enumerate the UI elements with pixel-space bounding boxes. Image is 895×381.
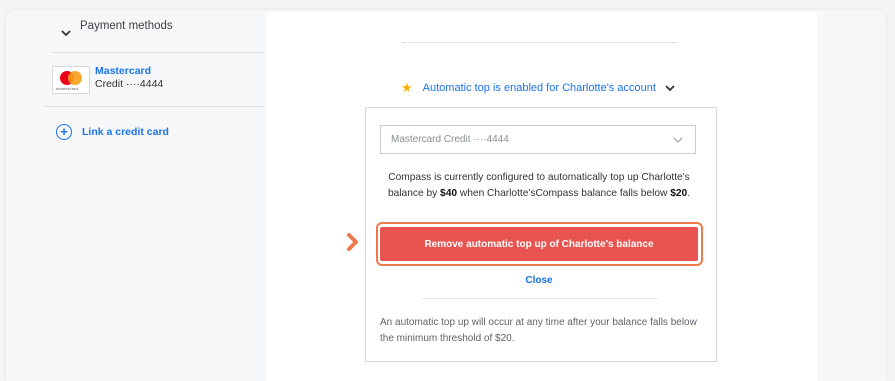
mastercard-logo-icon: mastercard bbox=[52, 66, 90, 94]
plus-circle-icon: + bbox=[56, 124, 72, 140]
topup-amount: $40 bbox=[440, 188, 458, 199]
divider bbox=[422, 298, 658, 299]
select-value: Mastercard Credit ····4444 bbox=[391, 134, 509, 145]
star-icon: ★ bbox=[401, 80, 413, 95]
auto-topup-description: Compass is currently configured to autom… bbox=[387, 172, 691, 199]
threshold-amount: $20 bbox=[670, 188, 688, 199]
dotted-divider bbox=[402, 42, 677, 43]
payment-methods-label: Payment methods bbox=[80, 20, 173, 32]
close-link[interactable]: Close bbox=[380, 275, 698, 286]
link-credit-card-label: Link a credit card bbox=[82, 126, 169, 138]
auto-topup-toggle[interactable]: ★ Automatic top is enabled for Charlotte… bbox=[401, 80, 676, 96]
card-name: Mastercard bbox=[95, 65, 152, 77]
pointer-arrow-icon bbox=[347, 233, 358, 251]
remove-auto-topup-button[interactable]: Remove automatic top up of Charlotte's b… bbox=[380, 227, 698, 261]
auto-topup-note: An automatic top up will occur at any ti… bbox=[380, 317, 697, 344]
auto-topup-status: Automatic top is enabled for Charlotte's… bbox=[422, 82, 656, 94]
chevron-down-icon bbox=[673, 137, 683, 143]
card-number: Credit ····4444 bbox=[95, 78, 164, 90]
payment-card-select[interactable]: Mastercard Credit ····4444 bbox=[380, 125, 696, 154]
divider bbox=[44, 106, 264, 107]
card-item-mastercard[interactable]: mastercard Mastercard Credit ····4444 bbox=[52, 64, 252, 96]
link-credit-card-button[interactable]: + Link a credit card bbox=[56, 123, 169, 141]
divider bbox=[52, 52, 264, 53]
chevron-down-icon bbox=[665, 85, 675, 92]
chevron-down-icon bbox=[61, 30, 71, 37]
